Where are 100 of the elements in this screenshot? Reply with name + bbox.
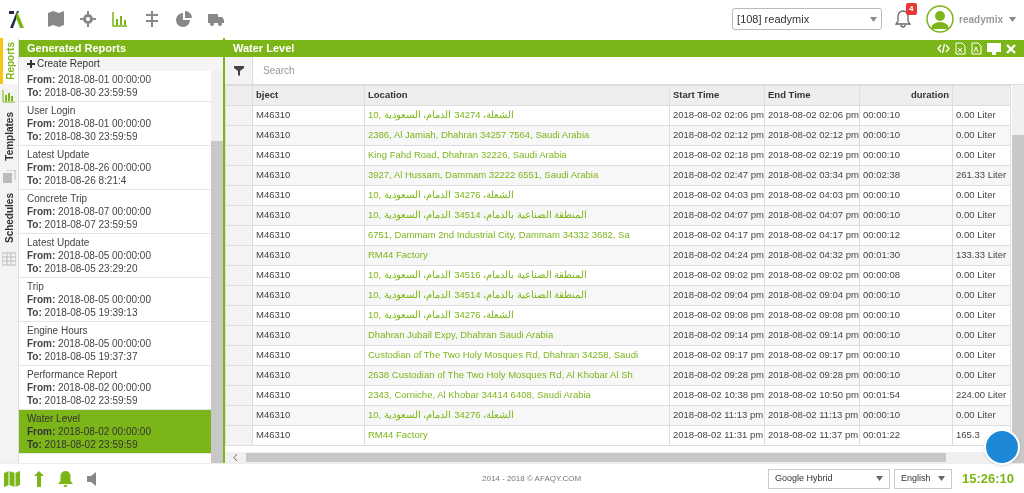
dropdown-caret-icon[interactable]	[937, 476, 945, 481]
report-from-date: From: 2018-08-07 00:00:00	[27, 205, 152, 218]
table-cell: M46310	[256, 309, 291, 321]
table-cell: 2018-08-02 10:50 pm	[768, 389, 859, 401]
table-cell: 00:00:10	[863, 309, 900, 321]
report-from-date: From: 2018-08-05 00:00:00	[27, 293, 152, 306]
table-cell: 00:01:22	[863, 429, 900, 441]
map-layer-select[interactable]: Google Hybrid	[767, 468, 890, 489]
table-cell: 2018-08-02 09:28 pm	[673, 369, 764, 381]
table-cell: 0.00 Liter	[956, 269, 996, 281]
search-field[interactable]: Search	[253, 57, 1024, 84]
side-tab[interactable]: Templates	[0, 111, 19, 161]
pdf-file-icon[interactable]	[971, 42, 982, 55]
table-cell: M46310	[256, 189, 291, 201]
table-cell: 2018-08-02 09:02 pm	[673, 269, 764, 281]
table-cell: 2018-08-02 09:04 pm	[768, 289, 859, 301]
table-cell: 0.00 Liter	[956, 209, 996, 221]
table-cell: 0.00 Liter	[956, 329, 996, 341]
map-icon[interactable]	[48, 11, 64, 27]
table-cell: 0.00 Liter	[956, 289, 996, 301]
truck-icon[interactable]	[208, 11, 224, 27]
caret-icon[interactable]	[1009, 16, 1016, 22]
report-name: Performance Report	[27, 368, 119, 381]
dropdown-caret-icon[interactable]	[870, 16, 878, 22]
account-select[interactable]: [108] readymix	[732, 8, 883, 30]
language-select[interactable]: English	[893, 468, 952, 489]
table-cell: M46310	[256, 329, 291, 341]
table-cell: M46310	[256, 149, 291, 161]
side-tab-icon[interactable]	[2, 88, 16, 103]
table-cell: 0.00 Liter	[956, 309, 996, 321]
table-cell: 00:00:10	[863, 189, 900, 201]
excel-file-icon[interactable]	[955, 42, 966, 55]
arrow-up-icon[interactable]	[34, 470, 44, 487]
table-cell: 165.3	[956, 429, 980, 441]
table-cell: M46310	[256, 349, 291, 361]
table-cell: 0.00 Liter	[956, 369, 996, 381]
table-cell: 2018-08-02 02:18 pm	[673, 149, 764, 161]
table-cell: 00:00:10	[863, 409, 900, 421]
table-cell: 2018-08-02 11:31 pm	[673, 429, 764, 441]
side-tab-icon[interactable]	[2, 169, 16, 184]
pie-chart-icon[interactable]	[176, 11, 192, 27]
monitor-icon[interactable]	[987, 42, 1001, 55]
report-to-date: To: 2018-08-05 23:29:20	[27, 262, 139, 275]
scrollbar[interactable]	[211, 71, 223, 463]
panel-title: Generated Reports	[19, 40, 223, 57]
table-cell: 2018-08-02 03:34 pm	[768, 169, 859, 181]
table-cell: 00:01:54	[863, 389, 900, 401]
table-cell: 2018-08-02 04:03 pm	[673, 189, 764, 201]
plus-icon[interactable]	[27, 60, 35, 68]
column-header[interactable]: Location	[368, 89, 408, 101]
user-name[interactable]: readymix	[959, 11, 1003, 27]
table-cell: M46310	[256, 109, 291, 121]
logo-icon	[8, 10, 26, 28]
clock-time: 15:26:10	[961, 469, 1014, 488]
filter-icon[interactable]	[233, 65, 244, 76]
scroll-left-icon[interactable]	[233, 454, 238, 461]
table-cell: 2018-08-02 04:24 pm	[673, 249, 764, 261]
notification-badge: 4	[906, 3, 917, 15]
close-icon[interactable]	[1006, 43, 1016, 54]
table-cell: M46310	[256, 389, 291, 401]
report-from-date: From: 2018-08-02 00:00:00	[27, 425, 152, 438]
bell-icon[interactable]	[58, 470, 73, 487]
dropdown-caret-icon[interactable]	[875, 476, 883, 481]
table-cell: 00:00:10	[863, 149, 900, 161]
table-cell: 2018-08-02 10:38 pm	[673, 389, 764, 401]
table-cell: 2018-08-02 11:37 pm	[768, 429, 859, 441]
speaker-icon[interactable]	[87, 471, 97, 486]
table-cell: 2018-08-02 09:28 pm	[768, 369, 859, 381]
report-from-date: From: 2018-08-01 00:00:00	[27, 117, 152, 130]
table-cell: 00:00:10	[863, 109, 900, 121]
table-cell: 2018-08-02 11:13 pm	[768, 409, 859, 421]
table-cell: 0.00 Liter	[956, 229, 996, 241]
report-from-date: From: 2018-08-05 00:00:00	[27, 249, 152, 262]
column-header[interactable]: bject	[256, 89, 279, 101]
table-cell: 2018-08-02 09:08 pm	[673, 309, 764, 321]
vertical-scrollbar[interactable]	[1012, 85, 1024, 463]
table-cell: 00:00:08	[863, 269, 900, 281]
table-cell: 00:01:30	[863, 249, 900, 261]
table-cell: 2018-08-02 02:06 pm	[673, 109, 764, 121]
report-name: Latest Update	[27, 148, 91, 161]
code-icon[interactable]	[937, 43, 950, 54]
table-cell: M46310	[256, 429, 291, 441]
bar-chart-icon[interactable]	[112, 11, 128, 27]
table-cell: 224.00 Liter	[956, 389, 1007, 401]
table-cell: 0.00 Liter	[956, 409, 996, 421]
table-cell: 2018-08-02 04:32 pm	[768, 249, 859, 261]
avatar-icon[interactable]	[926, 5, 955, 33]
table-cell: 2018-08-02 04:03 pm	[768, 189, 859, 201]
signpost-icon[interactable]	[144, 11, 160, 27]
report-to-date: To: 2018-08-02 23:59:59	[27, 438, 139, 451]
side-tab[interactable]: Schedules	[0, 192, 19, 243]
report-to-date: To: 2018-08-02 23:59:59	[27, 394, 139, 407]
create-report-button[interactable]: Create Report	[19, 57, 223, 71]
report-list-item[interactable]: Water Level From: 2018-08-02 00:00:00 To: 2018-08-02 23:59:59	[19, 410, 211, 454]
table-cell: 00:00:10	[863, 289, 900, 301]
report-name: Latest Update	[27, 236, 91, 249]
table-cell: 00:00:10	[863, 129, 900, 141]
map-icon[interactable]	[4, 470, 20, 487]
settings-icon[interactable]	[80, 11, 96, 27]
bell-icon[interactable]	[894, 9, 913, 29]
